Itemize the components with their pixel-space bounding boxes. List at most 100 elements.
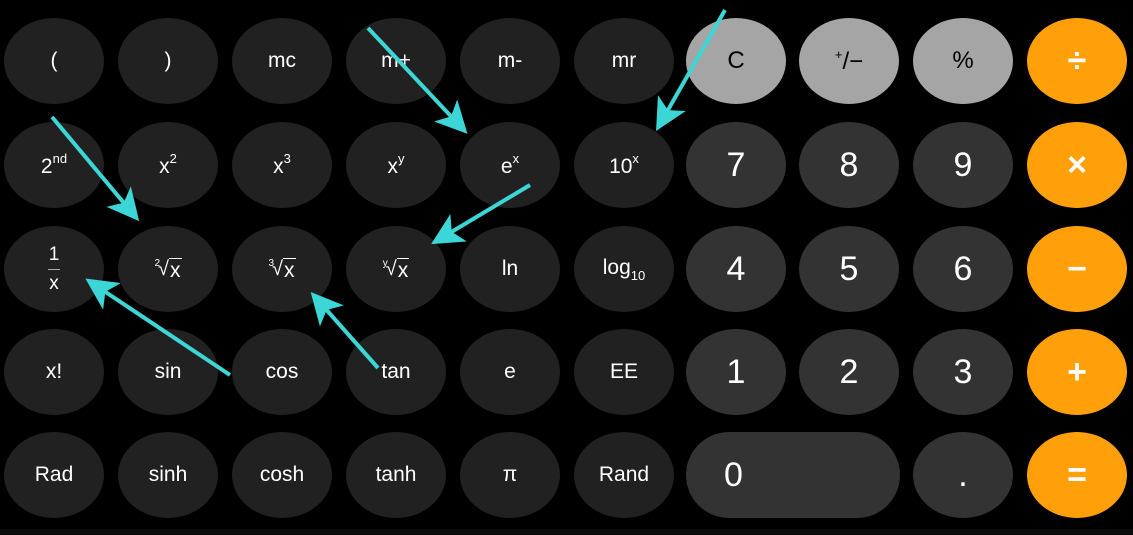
key-label: Rand	[598, 463, 650, 486]
subtract-button[interactable]: −	[1027, 226, 1127, 312]
equals-button[interactable]: =	[1027, 432, 1127, 518]
key-label: EE	[609, 360, 638, 383]
add-button[interactable]: +	[1027, 329, 1127, 415]
multiply-icon: ×	[1067, 145, 1087, 184]
key-label: 2nd	[41, 151, 67, 179]
reciprocal-button[interactable]: 1 x	[4, 226, 104, 312]
nine-button[interactable]: 9	[913, 122, 1013, 208]
root-radicand: x	[283, 257, 296, 282]
log10-button[interactable]: log10	[574, 226, 674, 312]
m-minus-button[interactable]: m-	[460, 18, 560, 104]
clear-button[interactable]: C	[686, 18, 786, 104]
e-constant-button[interactable]: e	[460, 329, 560, 415]
key-label: 7	[726, 145, 746, 184]
cube-root-button[interactable]: 3 √ x	[232, 226, 332, 312]
key-label: x!	[45, 360, 63, 383]
key-label-sup: y	[398, 151, 405, 166]
mr-button[interactable]: mr	[574, 18, 674, 104]
key-label-sup: 3	[283, 151, 291, 166]
ten-pow-x-button[interactable]: 10x	[574, 122, 674, 208]
equals-icon: =	[1067, 455, 1087, 494]
divide-button[interactable]: ÷	[1027, 18, 1127, 104]
root-radicand: x	[169, 257, 182, 282]
key-label: )	[164, 49, 172, 72]
three-button[interactable]: 3	[913, 329, 1013, 415]
divide-icon: ÷	[1067, 41, 1087, 80]
mc-button[interactable]: mc	[232, 18, 332, 104]
tan-button[interactable]: tan	[346, 329, 446, 415]
key-label: mr	[611, 49, 637, 72]
key-label: 3	[953, 352, 973, 391]
radical-icon: √	[158, 257, 170, 280]
ln-button[interactable]: ln	[460, 226, 560, 312]
key-label-sup: x	[512, 151, 520, 166]
key-label: π	[502, 463, 518, 486]
cos-button[interactable]: cos	[232, 329, 332, 415]
sin-button[interactable]: sin	[118, 329, 218, 415]
root-label: 2 √ x	[154, 257, 182, 282]
key-label: %	[952, 47, 974, 74]
key-label: (	[50, 49, 58, 72]
x-pow-y-button[interactable]: xy	[346, 122, 446, 208]
key-label: 10x	[609, 151, 639, 179]
root-label: 3 √ x	[268, 257, 296, 282]
x-squared-button[interactable]: x2	[118, 122, 218, 208]
eight-button[interactable]: 8	[799, 122, 899, 208]
six-button[interactable]: 6	[913, 226, 1013, 312]
e-pow-x-button[interactable]: ex	[460, 122, 560, 208]
fraction-bar	[48, 269, 60, 270]
key-label: m+	[381, 49, 411, 72]
key-label: 1	[726, 352, 746, 391]
fraction-numerator: 1	[48, 244, 60, 265]
minus-icon: −	[1067, 249, 1087, 288]
five-button[interactable]: 5	[799, 226, 899, 312]
y-root-button[interactable]: y √ x	[346, 226, 446, 312]
zero-button[interactable]: 0	[686, 432, 900, 518]
percent-button[interactable]: %	[913, 18, 1013, 104]
tanh-button[interactable]: tanh	[346, 432, 446, 518]
close-paren-button[interactable]: )	[118, 18, 218, 104]
second-button[interactable]: 2nd	[4, 122, 104, 208]
key-label: cosh	[259, 463, 305, 486]
key-label-base: x	[273, 155, 284, 178]
key-label-base: x	[159, 155, 170, 178]
key-label-sub: 10	[630, 267, 646, 283]
pi-button[interactable]: π	[460, 432, 560, 518]
m-plus-button[interactable]: m+	[346, 18, 446, 104]
one-button[interactable]: 1	[686, 329, 786, 415]
four-button[interactable]: 4	[686, 226, 786, 312]
decimal-button[interactable]: .	[913, 432, 1013, 518]
seven-button[interactable]: 7	[686, 122, 786, 208]
sinh-button[interactable]: sinh	[118, 432, 218, 518]
ee-button[interactable]: EE	[574, 329, 674, 415]
key-label-base: /−	[842, 47, 864, 75]
rand-button[interactable]: Rand	[574, 432, 674, 518]
key-label: x2	[159, 151, 177, 179]
bottom-bar	[0, 529, 1133, 535]
factorial-button[interactable]: x!	[4, 329, 104, 415]
fraction-label: 1 x	[48, 245, 60, 293]
cosh-button[interactable]: cosh	[232, 432, 332, 518]
key-label-base: x	[387, 155, 399, 178]
two-button[interactable]: 2	[799, 329, 899, 415]
plus-icon: +	[1067, 352, 1087, 391]
x-cubed-button[interactable]: x3	[232, 122, 332, 208]
key-label: 2	[839, 352, 859, 391]
key-label: 5	[839, 249, 859, 288]
plus-minus-button[interactable]: +/−	[799, 18, 899, 104]
key-label-base: 2	[40, 155, 53, 178]
key-label: ln	[501, 257, 519, 280]
fraction-denominator: x	[49, 273, 59, 294]
square-root-button[interactable]: 2 √ x	[118, 226, 218, 312]
key-label-sup: 2	[169, 151, 177, 166]
key-label: 6	[953, 249, 973, 288]
key-label: m-	[497, 49, 523, 72]
key-label: .	[958, 455, 968, 494]
key-label: 0	[724, 455, 743, 494]
open-paren-button[interactable]: (	[4, 18, 104, 104]
key-label: C	[727, 47, 745, 74]
rad-button[interactable]: Rad	[4, 432, 104, 518]
key-label: x3	[273, 151, 291, 179]
key-label-sup: nd	[52, 151, 68, 166]
multiply-button[interactable]: ×	[1027, 122, 1127, 208]
